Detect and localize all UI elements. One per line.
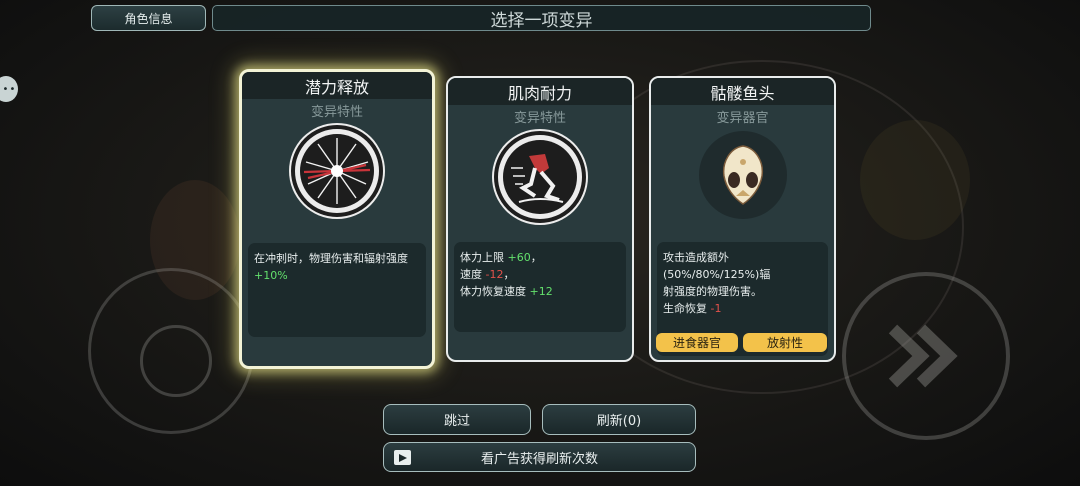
fast-forward-icon [888,324,958,388]
watch-ad-label: 看广告获得刷新次数 [480,451,598,467]
mutation-card-3[interactable]: 骷髅鱼头 变异器官 攻击造成额外(50%/80%/125%)辐 射强度的物理伤害… [649,76,836,362]
skip-button[interactable]: 跳过 [383,404,531,435]
video-ad-icon [394,450,411,465]
card-type: 变异特性 [310,105,363,120]
page-title-text: 选择一项变异 [490,10,593,31]
running-legs-icon [494,131,586,223]
joystick-knob[interactable] [140,325,212,397]
role-info-button[interactable]: 角色信息 [91,5,206,31]
card-title: 潜力释放 [242,72,432,99]
page-title: 选择一项变异 [212,5,871,31]
refresh-button[interactable]: 刷新(0) [542,404,696,435]
tag-feeding-organ: 进食器官 [656,333,738,352]
tag-radioactive: 放射性 [743,333,827,352]
card-type: 变异特性 [513,111,566,126]
mutation-card-2[interactable]: 肌肉耐力 变异特性 体力上限 +60， 速度 -12， 体力恢复速度 +12 [446,76,634,362]
chat-bubble-icon[interactable]: ••• [0,76,18,102]
burst-icon [291,125,383,217]
card-title: 骷髅鱼头 [651,78,834,105]
card-description: 体力上限 +60， 速度 -12， 体力恢复速度 +12 [454,242,626,332]
fish-skull-icon [698,131,787,219]
refresh-label: 刷新(0) [596,414,642,429]
skip-label: 跳过 [443,414,470,429]
fast-forward-button[interactable] [842,272,1010,440]
card-type: 变异器官 [716,111,769,126]
mutation-card-1[interactable]: 潜力释放 变异特性 在冲刺时，物理伤害和辐射强度 +10% [239,69,435,369]
card-description: 在冲刺时，物理伤害和辐射强度 +10% [248,243,426,337]
card-title: 肌肉耐力 [448,78,632,105]
background-creature [860,120,970,240]
watch-ad-button[interactable]: 看广告获得刷新次数 [383,442,696,472]
